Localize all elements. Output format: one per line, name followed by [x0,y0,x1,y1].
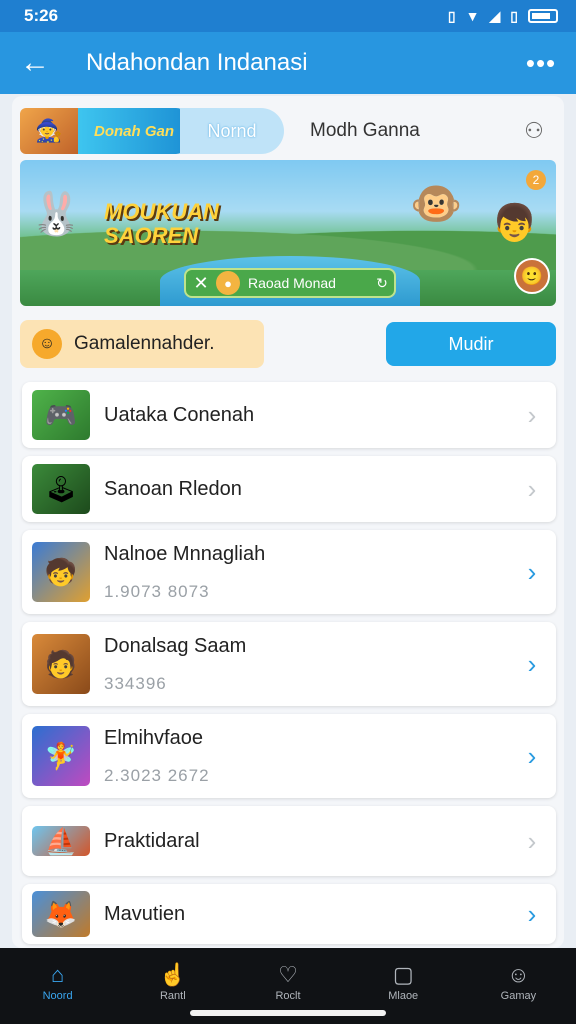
nav-label: Gamay [500,990,537,1002]
nav-label: Noord [42,990,73,1002]
coin-icon: ● [216,271,240,295]
battery-icon [528,9,558,23]
status-bar: 5:26 ▯ ▼ ◢ ▯ [0,0,576,32]
heart-icon: ♡ [278,962,298,987]
refresh-icon[interactable]: ↻ [370,275,394,292]
wifi-icon: ▼ [465,8,480,24]
list-item[interactable]: ⛵ Praktidaral › [22,806,556,876]
game-thumb-icon: 🧚 [32,726,90,786]
status-icons: ▯ ▼ ◢ ▯ [448,8,558,25]
tab-other[interactable]: Modh Ganna [284,120,512,142]
monkey-character-icon: 🐵 [410,180,463,227]
rabbit-character-icon: 🐰 [30,190,83,237]
game-thumb-icon: 🧒 [32,542,90,602]
game-thumb-icon: 🎮 [32,390,90,440]
banner-badge: 2 [526,170,546,190]
game-title: Donalsag Saam [104,634,247,657]
info-row: ☺ Gamalennahder. Mudir [20,320,556,368]
home-indicator [190,1010,386,1016]
game-thumb-icon: 🧑 [32,634,90,694]
banner-title: MOUKUAN SAOREN [104,200,219,248]
hero-banner[interactable]: 🐰 MOUKUAN SAOREN 🐵 👦 2 ✕ ● Raoad Monad ↻… [20,160,556,306]
game-title: Sanoan Rledon [104,477,242,500]
tab-active[interactable]: Nornd [180,108,284,154]
avatar[interactable]: 🙂 [514,258,550,294]
smiley-icon: ☺ [32,329,62,359]
app-bar: ← Ndahondan Indanasi ••• [0,32,576,94]
game-subtitle: 2.3023 2672 [104,765,210,785]
user-icon[interactable]: ⚇ [512,118,556,144]
game-thumb-icon: 🦊 [32,891,90,937]
home-icon: ⌂ [50,962,65,987]
nav-label: Mlaoe [388,990,419,1002]
game-subtitle: 334396 [104,673,167,693]
info-text: Gamalennahder. [74,333,215,354]
close-icon[interactable]: ✕ [186,273,216,294]
list-item[interactable]: 🧑 Donalsag Saam 334396 › [22,622,556,706]
game-title: Elmihvfaoe [104,726,203,749]
chevron-right-icon[interactable]: › [508,826,556,857]
signal-2-icon: ▯ [510,7,518,24]
game-title: Uataka Conenah [104,403,255,426]
more-dots-icon[interactable]: ••• [506,32,576,94]
tab-bar: 🧙 Donah Gan Nornd Modh Ganna ⚇ [20,106,556,156]
back-arrow-icon[interactable]: ← [0,32,70,94]
list-item[interactable]: 🎮 Uataka Conenah › [22,382,556,448]
banner-action-bar[interactable]: ✕ ● Raoad Monad ↻ [184,268,396,298]
banner-bar-label: Raoad Monad [248,275,336,291]
tab-game-thumb[interactable]: 🧙 [20,108,78,154]
mudir-button[interactable]: Mudir [386,322,556,366]
kid-character-icon: 👦 [492,202,537,243]
nav-label: Roclt [275,990,301,1002]
info-pill: ☺ Gamalennahder. [20,320,264,368]
game-title: Praktidaral [104,829,200,852]
person-icon: ☺ [507,962,530,987]
nav-label: Rantl [159,990,186,1002]
game-subtitle: 1.9073 8073 [104,581,210,601]
nav-item-home[interactable]: ⌂ Noord [0,948,115,1024]
chevron-right-icon[interactable]: › [508,557,556,588]
page-title: Ndahondan Indanasi [86,49,308,76]
list-item[interactable]: 🦊 Mavutien › [22,884,556,944]
main-content: 🧙 Donah Gan Nornd Modh Ganna ⚇ 🐰 MOUKUAN… [12,96,564,948]
nav-item-gamay[interactable]: ☺ Gamay [461,948,576,1024]
chevron-right-icon[interactable]: › [508,649,556,680]
banner-title-line1: MOUKUAN [104,199,219,224]
chevron-right-icon[interactable]: › [508,899,556,930]
game-title: Mavutien [104,902,186,925]
chevron-right-icon[interactable]: › [508,400,556,431]
status-time: 5:26 [24,6,59,25]
game-title: Nalnoe Mnnagliah [104,542,266,565]
tab-logo[interactable]: Donah Gan [78,108,190,154]
signal-icon: ◢ [489,7,501,24]
chevron-right-icon[interactable]: › [508,741,556,772]
vibrate-icon: ▯ [447,7,456,24]
list-item[interactable]: 🧚 Elmihvfaoe 2.3023 2672 › [22,714,556,798]
list-item[interactable]: 🧒 Nalnoe Mnnagliah 1.9073 8073 › [22,530,556,614]
hand-icon: ☝ [159,962,187,987]
game-thumb-icon: 🕹 [32,464,90,514]
chevron-right-icon[interactable]: › [508,474,556,505]
book-icon: ▢ [392,962,414,987]
game-thumb-icon: ⛵ [32,826,90,856]
banner-title-line2: SAOREN [104,223,199,248]
list-item[interactable]: 🕹 Sanoan Rledon › [22,456,556,522]
